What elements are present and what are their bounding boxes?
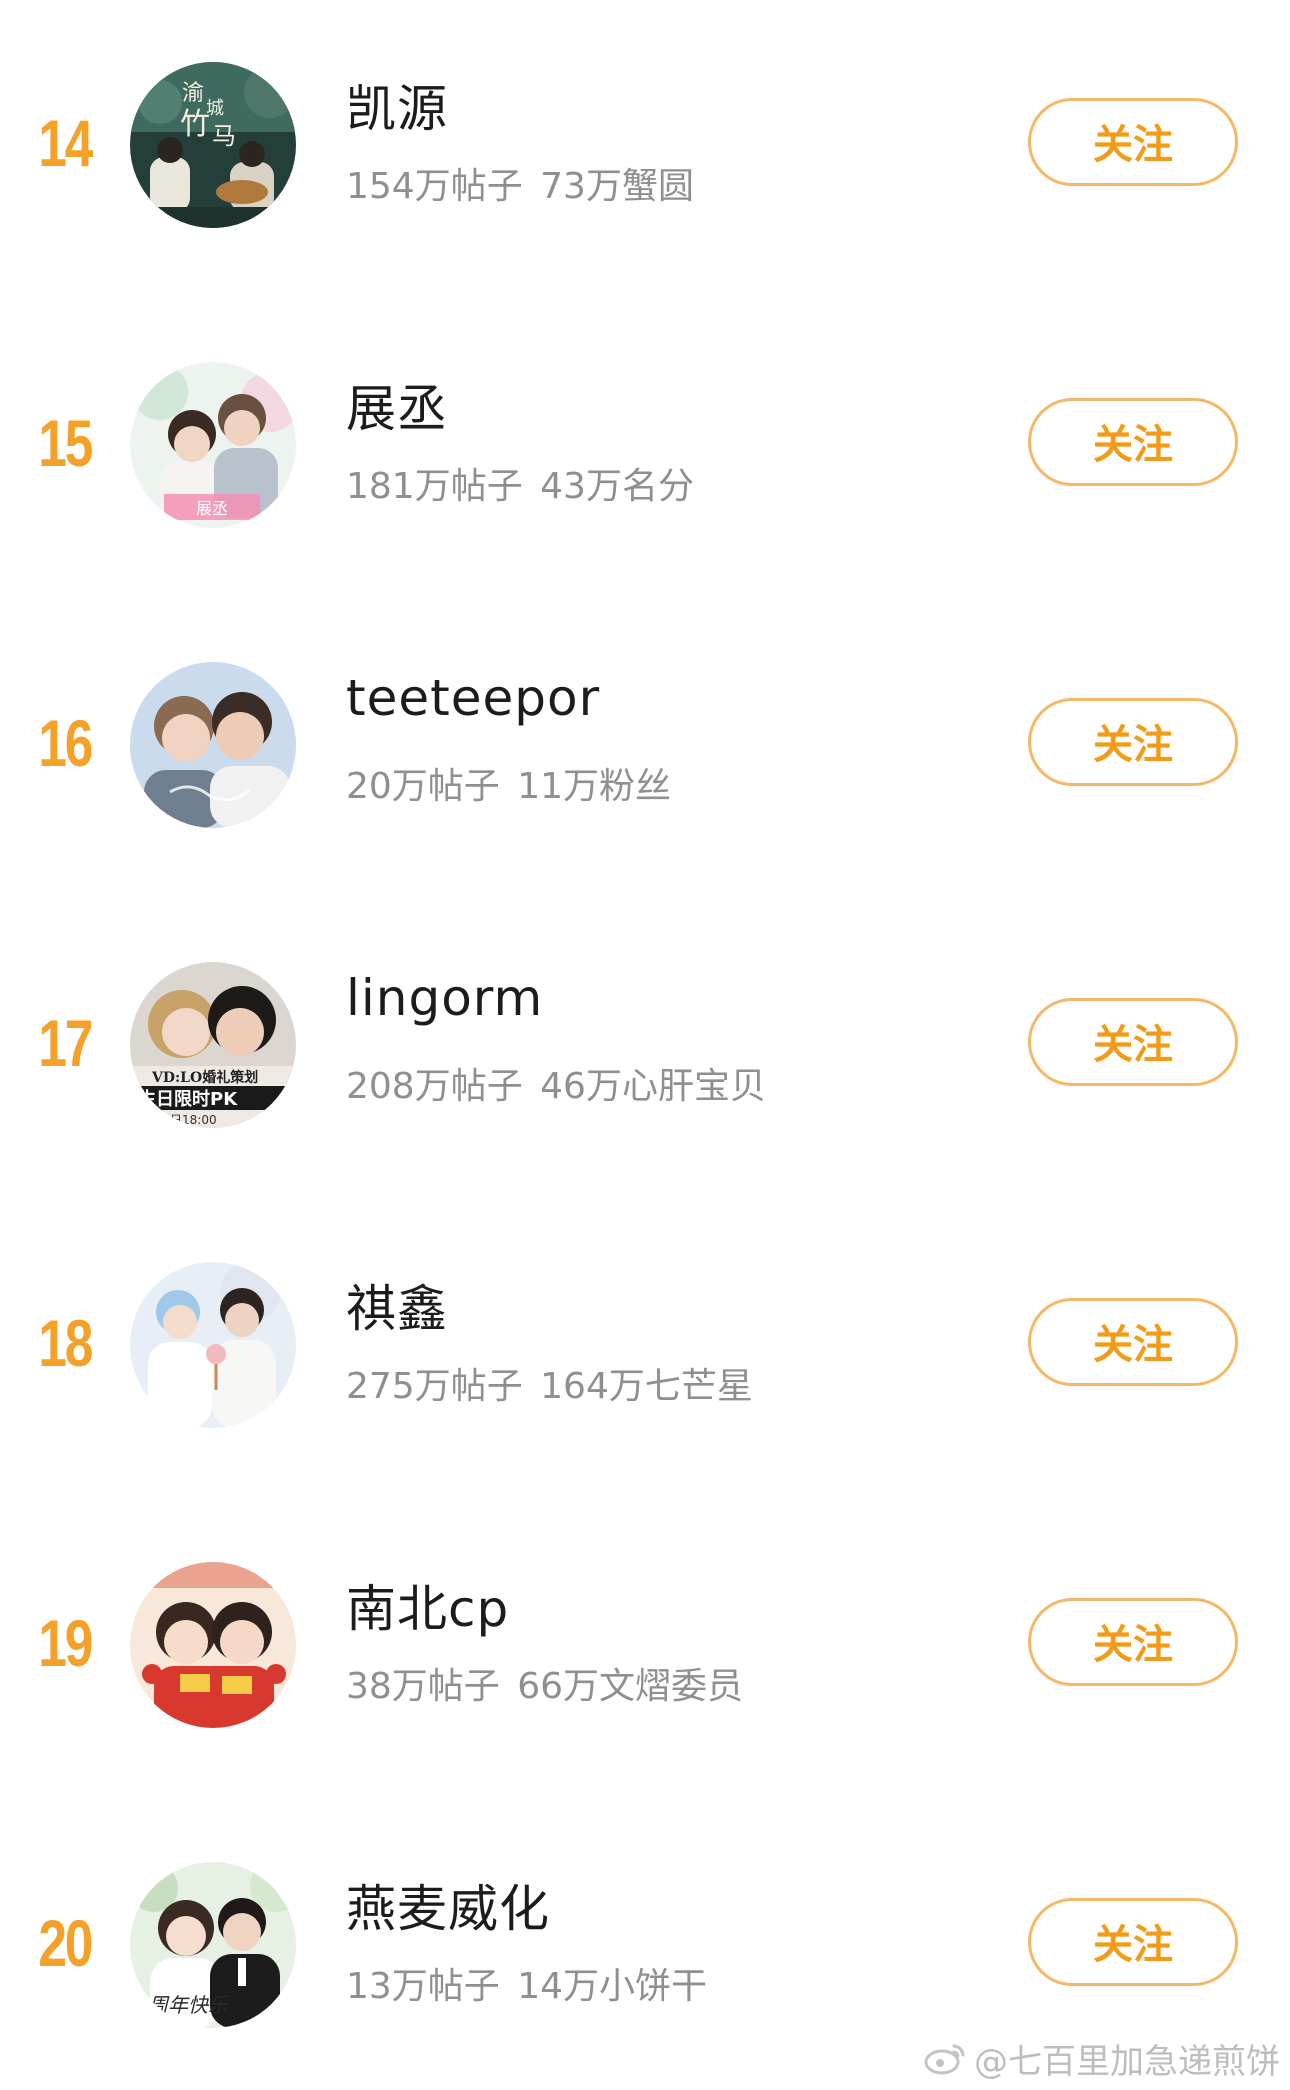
list-item[interactable]: 16 teeteepor 20万帖子 11万粉丝 关注: [0, 645, 1290, 845]
group-name: teeteepor: [346, 669, 601, 727]
list-item[interactable]: 15 展丞 展丞 181万帖子 43万名分 关注: [0, 345, 1290, 545]
follow-button[interactable]: 关注: [1028, 1598, 1238, 1686]
group-stats: 38万帖子 66万文熠委员: [346, 1666, 744, 1707]
avatar[interactable]: 渝 城 竹 马: [130, 62, 296, 228]
follow-button[interactable]: 关注: [1028, 398, 1238, 486]
rank-number: 14: [38, 106, 94, 180]
avatar-text: 展丞: [196, 499, 228, 518]
group-name: 展丞: [346, 380, 448, 438]
rank-number: 19: [38, 1606, 94, 1680]
group-name: 祺鑫: [346, 1280, 448, 1338]
avatar-text: 渝: [182, 81, 204, 106]
avatar[interactable]: [130, 662, 296, 828]
watermark-text: @七百里加急递煎饼: [974, 2041, 1280, 2082]
avatar-image: [130, 1262, 296, 1428]
weibo-icon: [924, 2040, 968, 2076]
avatar-text: VD:LO婚礼策划: [151, 1069, 258, 1086]
group-stats: 154万帖子 73万蟹圆: [346, 166, 694, 207]
avatar[interactable]: 周年快乐: [130, 1862, 296, 2028]
list-item[interactable]: 14 渝 城 竹 马 凯源 154万帖子 73万蟹圆 关注: [0, 45, 1290, 245]
avatar[interactable]: 展丞: [130, 362, 296, 528]
avatar-text: 竹: [180, 107, 210, 142]
group-name: 南北cp: [346, 1580, 510, 1638]
follow-button[interactable]: 关注: [1028, 1898, 1238, 1986]
group-stats: 20万帖子 11万粉丝: [346, 766, 672, 807]
group-stats: 181万帖子 43万名分: [346, 466, 694, 507]
avatar-text: 生日限时PK: [138, 1088, 238, 1110]
avatar-image: [130, 662, 296, 828]
group-stats: 13万帖子 14万小饼干: [346, 1966, 708, 2007]
group-stats: 275万帖子 164万七芒星: [346, 1366, 753, 1407]
avatar[interactable]: VD:LO婚礼策划 生日限时PK 日18:00: [130, 962, 296, 1128]
avatar-text: 周年快乐: [148, 1993, 230, 2017]
rank-number: 16: [38, 706, 94, 780]
list-item[interactable]: 18 祺鑫 275万帖子 164万七芒星 关注: [0, 1245, 1290, 1445]
avatar-text: 马: [212, 122, 236, 150]
avatar[interactable]: [130, 1562, 296, 1728]
avatar-image: VD:LO婚礼策划 生日限时PK 日18:00: [130, 962, 296, 1128]
rank-number: 18: [38, 1306, 94, 1380]
group-stats: 208万帖子 46万心肝宝贝: [346, 1066, 766, 1107]
avatar-image: [130, 1562, 296, 1728]
list-item[interactable]: 20 周年快乐 燕麦威化 13万帖子 14万小饼干 关注: [0, 1845, 1290, 2045]
rank-number: 15: [38, 406, 94, 480]
avatar-image: 周年快乐: [130, 1862, 296, 2028]
group-name: 凯源: [346, 80, 448, 138]
avatar-image: 渝 城 竹 马: [130, 62, 296, 228]
follow-button[interactable]: 关注: [1028, 698, 1238, 786]
rank-number: 17: [38, 1006, 94, 1080]
follow-button[interactable]: 关注: [1028, 98, 1238, 186]
group-name: lingorm: [346, 969, 544, 1027]
list-item[interactable]: 17 VD:LO婚礼策划 生日限时PK 日18:00 lingorm 208万帖…: [0, 945, 1290, 1145]
watermark: @七百里加急递煎饼: [924, 2030, 1280, 2086]
list-item[interactable]: 19 南北cp 38万帖子 66万文熠委员 关注: [0, 1545, 1290, 1745]
avatar-image: 展丞: [130, 362, 296, 528]
follow-button[interactable]: 关注: [1028, 1298, 1238, 1386]
rank-number: 20: [38, 1906, 94, 1980]
group-name: 燕麦威化: [346, 1880, 550, 1938]
avatar-text: 日18:00: [170, 1113, 217, 1127]
avatar[interactable]: [130, 1262, 296, 1428]
follow-button[interactable]: 关注: [1028, 998, 1238, 1086]
